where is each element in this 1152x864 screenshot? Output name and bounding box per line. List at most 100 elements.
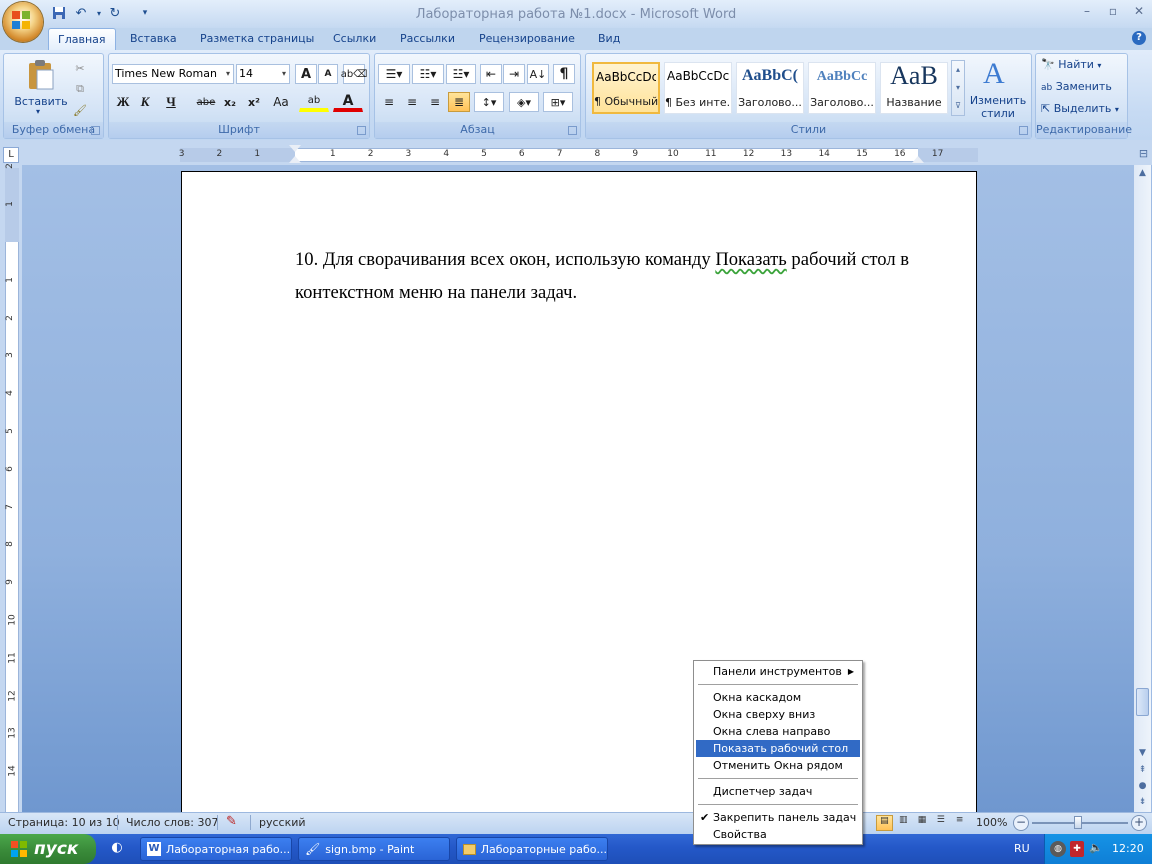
align-left-icon[interactable]: ≡ [378, 92, 400, 112]
cut-icon[interactable]: ✂ [70, 58, 90, 78]
antivirus-shield-icon[interactable]: ✚ [1070, 841, 1084, 857]
tab-insert[interactable]: Вставка [121, 28, 186, 50]
format-painter-icon[interactable]: 🖌 [70, 100, 90, 120]
font-size-select[interactable]: 14 ▾ [236, 64, 290, 84]
more-styles-icon[interactable]: ⊽ [952, 97, 964, 115]
scroll-down-icon[interactable]: ▼ [1134, 745, 1151, 761]
style-normal[interactable]: AaBbCcDc ¶ Обычный [592, 62, 660, 114]
borders-icon[interactable]: ⊞▾ [543, 92, 573, 112]
outline-icon[interactable]: ☰ [932, 815, 949, 831]
menu-item-undo-side-by-side[interactable]: Отменить Окна рядом [696, 757, 860, 774]
grow-font-button[interactable]: A [295, 64, 317, 84]
chevron-up-icon[interactable]: ▴ [952, 61, 964, 79]
language-indicator[interactable]: русский [259, 816, 306, 829]
start-button[interactable]: пуск [0, 834, 96, 864]
word-count[interactable]: Число слов: 307 [126, 816, 219, 829]
style-heading2[interactable]: AaBbCc Заголово... [808, 62, 876, 114]
menu-item-side-by-side[interactable]: Окна слева направо [696, 723, 860, 740]
style-heading1[interactable]: AaBbC( Заголово... [736, 62, 804, 114]
print-layout-icon[interactable]: ▤ [876, 815, 893, 831]
strikethrough-button[interactable]: abe [195, 92, 217, 112]
menu-item-task-manager[interactable]: Диспетчер задач [696, 783, 860, 800]
pilcrow-button[interactable]: ¶ [553, 64, 575, 84]
justify-icon[interactable]: ≣ [448, 92, 470, 112]
zoom-out-icon[interactable]: − [1013, 815, 1029, 831]
tab-mailings[interactable]: Рассылки [391, 28, 464, 50]
tab-home[interactable]: Главная [48, 28, 116, 50]
zoom-in-icon[interactable]: + [1131, 815, 1147, 831]
volume-icon[interactable]: 🔈 [1088, 841, 1104, 857]
multilevel-list-icon[interactable]: ☳▾ [446, 64, 476, 84]
menu-item-cascade[interactable]: Окна каскадом [696, 689, 860, 706]
clear-format-icon[interactable]: ab⌫ [341, 64, 367, 84]
first-line-indent-marker[interactable] [289, 145, 301, 152]
zoom-level[interactable]: 100% [976, 816, 1007, 829]
styles-launcher-icon[interactable] [1019, 126, 1028, 135]
numbering-icon[interactable]: ☷▾ [412, 64, 444, 84]
help-icon[interactable]: ? [1132, 31, 1146, 45]
decrease-indent-icon[interactable]: ⇤ [480, 64, 502, 84]
quick-launch-icon[interactable]: ◐ [108, 840, 126, 858]
tab-selector-icon[interactable]: L [3, 147, 19, 163]
line-spacing-icon[interactable]: ↕▾ [474, 92, 504, 112]
menu-item-show-desktop[interactable]: Показать рабочий стол [696, 740, 860, 757]
zoom-slider-thumb[interactable] [1074, 816, 1082, 829]
menu-item-properties[interactable]: Свойства [696, 826, 860, 843]
clipboard-launcher-icon[interactable] [91, 126, 100, 135]
draft-icon[interactable]: ≡ [951, 815, 968, 831]
menu-item-lock-taskbar[interactable]: ✔ Закрепить панель задач [696, 809, 860, 826]
view-ruler-icon[interactable]: ⊟ [1136, 147, 1151, 163]
menu-item-stack[interactable]: Окна сверху вниз [696, 706, 860, 723]
align-center-icon[interactable]: ≡ [401, 92, 423, 112]
maximize-button[interactable]: ▫ [1102, 4, 1124, 20]
underline-button[interactable]: Ч [160, 92, 182, 112]
full-screen-reading-icon[interactable]: ▥ [895, 815, 912, 831]
increase-indent-icon[interactable]: ⇥ [503, 64, 525, 84]
italic-button[interactable]: К [135, 92, 155, 112]
web-layout-icon[interactable]: ▦ [914, 815, 931, 831]
chevron-down-icon[interactable]: ▾ [952, 79, 964, 97]
minimize-button[interactable]: – [1076, 4, 1098, 20]
paragraph-launcher-icon[interactable] [568, 126, 577, 135]
tab-review[interactable]: Рецензирование [470, 28, 584, 50]
taskbar-item-word[interactable]: W Лабораторная рабо... [140, 837, 292, 861]
highlight-button[interactable]: ab [299, 92, 329, 112]
taskbar-item-folder[interactable]: Лабораторные рабо... [456, 837, 608, 861]
shading-icon[interactable]: ◈▾ [509, 92, 539, 112]
copy-icon[interactable]: ⧉ [70, 79, 90, 99]
change-case-button[interactable]: Aa [267, 92, 295, 112]
paste-button[interactable]: Вставить ▾ [14, 57, 68, 117]
style-no-spacing[interactable]: AaBbCcDc ¶ Без инте... [664, 62, 732, 114]
superscript-button[interactable]: x² [243, 92, 265, 112]
tab-references[interactable]: Ссылки [324, 28, 385, 50]
bold-button[interactable]: Ж [113, 92, 133, 112]
menu-item-toolbars[interactable]: Панели инструментов ▶ [696, 663, 860, 680]
language-bar[interactable]: RU [1014, 842, 1030, 855]
right-indent-marker[interactable] [912, 156, 924, 163]
shrink-font-button[interactable]: A [318, 64, 338, 84]
style-title[interactable]: AaB Название [880, 62, 948, 114]
network-icon[interactable]: ◍ [1050, 841, 1066, 857]
previous-page-icon[interactable]: ⇞ [1134, 762, 1151, 778]
styles-scroll[interactable]: ▴ ▾ ⊽ [951, 60, 965, 116]
sort-icon[interactable]: A↓ [527, 64, 549, 84]
scroll-up-icon[interactable]: ▲ [1134, 165, 1151, 181]
font-color-button[interactable]: A [333, 92, 363, 112]
taskbar-item-paint[interactable]: 🖌 sign.bmp - Paint [298, 837, 450, 861]
align-right-icon[interactable]: ≡ [424, 92, 446, 112]
close-button[interactable]: ✕ [1128, 4, 1150, 20]
change-styles-button[interactable]: A Изменить стили [967, 57, 1029, 120]
scroll-thumb[interactable] [1136, 688, 1149, 716]
proofing-icon[interactable]: ✎ [226, 814, 237, 829]
next-page-icon[interactable]: ⇟ [1134, 794, 1151, 810]
font-family-select[interactable]: Times New Roman ▾ [112, 64, 234, 84]
font-launcher-icon[interactable] [357, 126, 366, 135]
tab-view[interactable]: Вид [589, 28, 629, 50]
select-button[interactable]: ⇱ Выделить ▾ [1041, 102, 1125, 118]
select-browse-object-icon[interactable]: ● [1134, 778, 1151, 794]
hanging-indent-marker[interactable] [289, 156, 301, 163]
subscript-button[interactable]: x₂ [219, 92, 241, 112]
replace-button[interactable]: ab Заменить [1041, 80, 1125, 96]
document-body[interactable]: 10. Для сворачивания всех окон, использу… [295, 243, 935, 309]
find-button[interactable]: 🔭 Найти ▾ [1041, 58, 1125, 74]
